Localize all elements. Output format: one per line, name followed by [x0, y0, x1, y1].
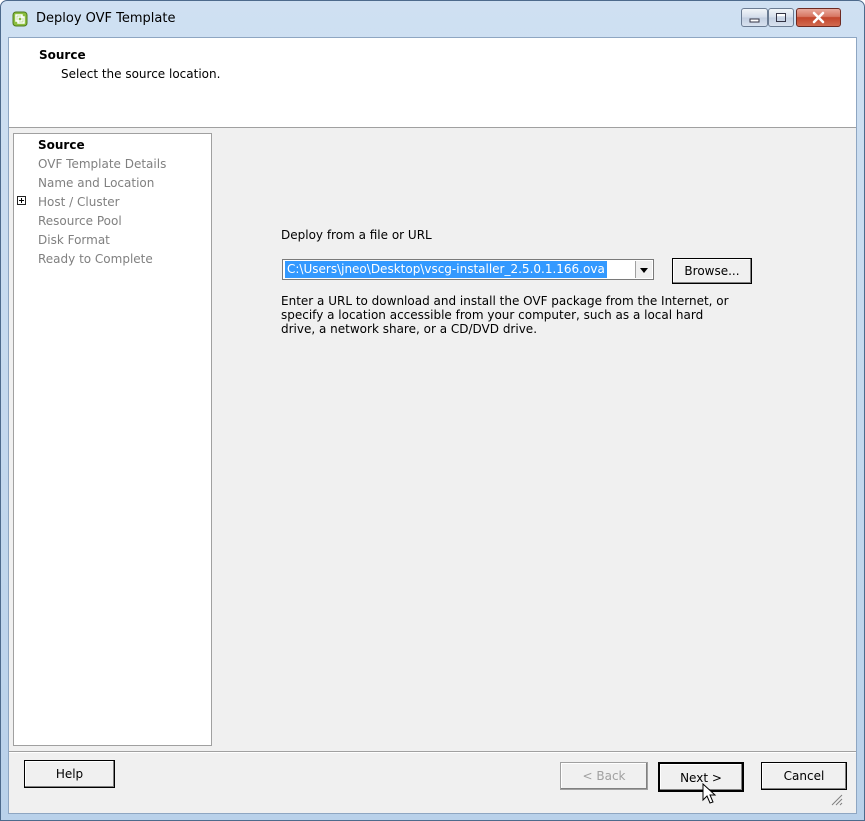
page-title: Source [39, 48, 86, 62]
expand-plus-icon[interactable] [17, 196, 26, 205]
close-button[interactable] [796, 8, 841, 27]
resize-grip-icon[interactable] [827, 790, 843, 809]
maximize-button[interactable] [768, 8, 794, 27]
deploy-source-label: Deploy from a file or URL [281, 228, 432, 242]
next-button[interactable]: Next > [658, 762, 744, 792]
maximize-icon [769, 9, 793, 26]
wizard-steps-panel: Source OVF Template Details Name and Loc… [13, 133, 212, 746]
footer-divider [9, 751, 856, 753]
dialog-client: Source Select the source location. Sourc… [8, 37, 857, 814]
help-button[interactable]: Help [24, 760, 115, 788]
wizard-header: Source Select the source location. [9, 38, 856, 128]
dropdown-arrow-icon[interactable] [635, 261, 652, 278]
source-description: Enter a URL to download and install the … [281, 294, 729, 336]
step-source[interactable]: Source [38, 138, 85, 152]
mouse-cursor-icon [702, 782, 718, 808]
step-disk-format[interactable]: Disk Format [38, 233, 110, 247]
browse-button[interactable]: Browse... [672, 258, 752, 284]
source-combobox[interactable]: C:\Users\jneo\Desktop\vscg-installer_2.5… [282, 259, 654, 280]
back-button[interactable]: < Back [560, 762, 648, 790]
step-ovf-template-details[interactable]: OVF Template Details [38, 157, 166, 171]
cancel-button[interactable]: Cancel [761, 762, 847, 790]
step-ready-to-complete[interactable]: Ready to Complete [38, 252, 153, 266]
minimize-icon [742, 9, 767, 26]
title-bar[interactable]: Deploy OVF Template [1, 1, 864, 37]
close-icon [797, 9, 840, 26]
page-subtitle: Select the source location. [61, 67, 221, 81]
minimize-button[interactable] [741, 8, 768, 27]
source-path-value[interactable]: C:\Users\jneo\Desktop\vscg-installer_2.5… [285, 261, 607, 278]
step-name-and-location[interactable]: Name and Location [38, 176, 154, 190]
dialog-window: Deploy OVF Template Source Select the so… [0, 0, 865, 821]
step-host-cluster[interactable]: Host / Cluster [38, 195, 120, 209]
vmware-icon [12, 11, 28, 27]
step-resource-pool[interactable]: Resource Pool [38, 214, 122, 228]
window-title: Deploy OVF Template [36, 11, 176, 26]
